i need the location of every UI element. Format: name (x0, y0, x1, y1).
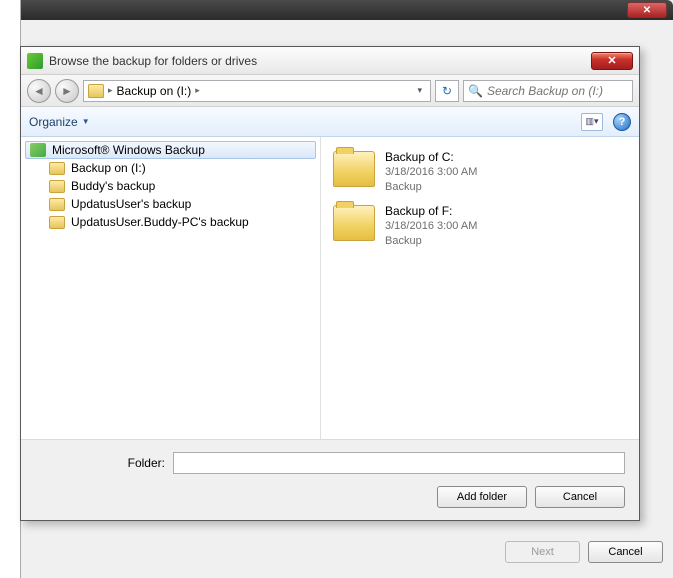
tree-item-label: UpdatusUser.Buddy-PC's backup (71, 215, 249, 229)
nav-tree[interactable]: Microsoft® Windows Backup Backup on (I:)… (21, 137, 321, 439)
split-pane: Microsoft® Windows Backup Backup on (I:)… (21, 137, 639, 439)
item-name: Backup of F: (385, 203, 477, 219)
tree-item-label: UpdatusUser's backup (71, 197, 191, 211)
tree-item[interactable]: UpdatusUser's backup (21, 195, 320, 213)
list-item[interactable]: Backup of F: 3/18/2016 3:00 AM Backup (331, 199, 629, 253)
tree-item[interactable]: UpdatusUser.Buddy-PC's backup (21, 213, 320, 231)
dialog-cancel-button[interactable]: Cancel (535, 486, 625, 508)
parent-button-row: Next Cancel (505, 541, 663, 563)
tree-root-label: Microsoft® Windows Backup (52, 143, 205, 157)
chevron-right-icon: ▸ (108, 85, 113, 96)
search-box[interactable]: 🔍 (463, 80, 633, 102)
tree-root[interactable]: Microsoft® Windows Backup (25, 141, 316, 159)
folder-field-row: Folder: (35, 452, 625, 474)
dialog-close-button[interactable]: ✕ (591, 52, 633, 70)
add-folder-button[interactable]: Add folder (437, 486, 527, 508)
breadcrumb-bar[interactable]: ▸ Backup on (I:) ▸ ▾ (83, 80, 431, 102)
dialog-footer: Folder: Add folder Cancel (21, 439, 639, 520)
folder-icon (49, 198, 65, 211)
search-input[interactable] (487, 84, 628, 98)
parent-next-button: Next (505, 541, 580, 563)
folder-icon (49, 162, 65, 175)
folder-icon (333, 205, 375, 241)
app-icon (27, 53, 43, 69)
item-date: 3/18/2016 3:00 AM (385, 219, 477, 234)
chevron-down-icon: ▼ (82, 117, 90, 126)
breadcrumb-dropdown[interactable]: ▾ (413, 85, 426, 96)
tree-item-label: Backup on (I:) (71, 161, 146, 175)
tree-item[interactable]: Buddy's backup (21, 177, 320, 195)
dialog-titlebar: Browse the backup for folders or drives … (21, 47, 639, 75)
item-name: Backup of C: (385, 149, 477, 165)
folder-input[interactable] (173, 452, 625, 474)
folder-label: Folder: (35, 456, 165, 470)
organize-menu[interactable]: Organize ▼ (29, 115, 90, 129)
folder-icon (333, 151, 375, 187)
folder-icon (49, 216, 65, 229)
folder-icon (49, 180, 65, 193)
backup-root-icon (30, 143, 46, 157)
tree-item[interactable]: Backup on (I:) (21, 159, 320, 177)
dialog-title: Browse the backup for folders or drives (49, 54, 257, 68)
item-date: 3/18/2016 3:00 AM (385, 165, 477, 180)
parent-cancel-button[interactable]: Cancel (588, 541, 663, 563)
breadcrumb-location[interactable]: Backup on (I:) (117, 84, 192, 98)
tree-item-label: Buddy's backup (71, 179, 155, 193)
content-pane[interactable]: Backup of C: 3/18/2016 3:00 AM Backup Ba… (321, 137, 639, 439)
help-button[interactable]: ? (613, 113, 631, 131)
parent-titlebar: ✕ (21, 0, 673, 20)
folder-icon (88, 84, 104, 98)
parent-close-button[interactable]: ✕ (627, 2, 667, 18)
organize-label: Organize (29, 115, 78, 129)
search-icon: 🔍 (468, 84, 483, 98)
nav-bar: ◄ ► ▸ Backup on (I:) ▸ ▾ ↻ 🔍 (21, 75, 639, 107)
item-type: Backup (385, 180, 477, 195)
list-item[interactable]: Backup of C: 3/18/2016 3:00 AM Backup (331, 145, 629, 199)
nav-forward-button[interactable]: ► (55, 79, 79, 103)
toolbar: Organize ▼ ▥▾ ? (21, 107, 639, 137)
view-options-button[interactable]: ▥▾ (581, 113, 603, 131)
item-type: Backup (385, 234, 477, 249)
browse-dialog: Browse the backup for folders or drives … (20, 46, 640, 521)
refresh-button[interactable]: ↻ (435, 80, 459, 102)
nav-back-button[interactable]: ◄ (27, 79, 51, 103)
dialog-button-row: Add folder Cancel (35, 486, 625, 508)
chevron-right-icon: ▸ (195, 85, 200, 96)
